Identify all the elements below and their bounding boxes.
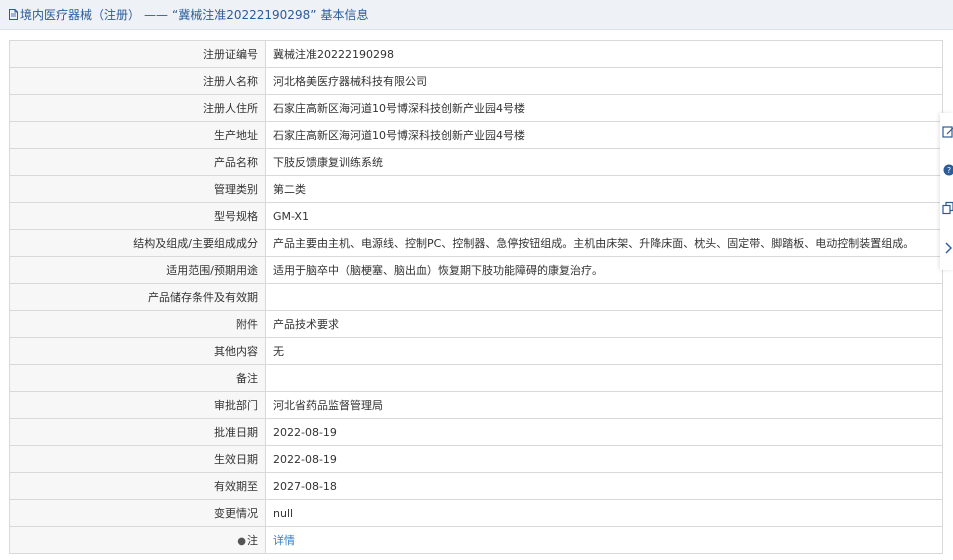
field-label: 注册证编号 — [9, 40, 266, 68]
info-row: 生产地址 石家庄高新区海河道10号博深科技创新产业园4号楼 — [9, 121, 943, 149]
field-label: 管理类别 — [9, 175, 266, 203]
field-value: 2022-08-19 — [265, 445, 943, 473]
field-label: 注册人名称 — [9, 67, 266, 95]
page-title-suffix: 基本信息 — [320, 8, 369, 22]
info-row: 其他内容无 — [9, 337, 943, 365]
field-value: 冀械注准20222190298 — [265, 40, 943, 68]
info-row: 附件 产品技术要求 — [9, 310, 943, 338]
details-link[interactable]: 详情 — [273, 534, 295, 547]
note-row: ●注 详情 — [9, 526, 943, 554]
breadcrumb-category[interactable]: 境内医疗器械（注册） — [20, 6, 140, 23]
help-icon[interactable]: ? — [942, 163, 953, 177]
field-label: 注册人住所 — [9, 94, 266, 122]
field-value: 产品主要由主机、电源线、控制PC、控制器、急停按钮组成。主机由床架、升降床面、枕… — [265, 229, 943, 257]
field-value: 石家庄高新区海河道10号博深科技创新产业园4号楼 — [265, 94, 943, 122]
page-header: 境内医疗器械（注册） —— “冀械注准20222190298” 基本信息 — [0, 0, 953, 30]
field-value: 2027-08-18 — [265, 472, 943, 500]
note-value-cell: 详情 — [265, 526, 943, 554]
info-row: 注册证编号 冀械注准20222190298 — [9, 40, 943, 68]
field-label: 产品名称 — [9, 148, 266, 176]
field-value: 无 — [265, 337, 943, 365]
info-row: 注册人名称 河北格美医疗器械科技有限公司 — [9, 67, 943, 95]
note-label-cell: ●注 — [9, 526, 266, 554]
info-row: 结构及组成/主要组成成分 产品主要由主机、电源线、控制PC、控制器、急停按钮组成。… — [9, 229, 943, 257]
chevron-right-icon[interactable] — [942, 241, 953, 255]
field-value — [265, 283, 943, 311]
field-value: GM-X1 — [265, 202, 943, 230]
field-label: 生产地址 — [9, 121, 266, 149]
note-label: 注 — [247, 534, 258, 547]
breadcrumb-separator: —— — [144, 7, 169, 22]
info-row: 注册人住所 石家庄高新区海河道10号博深科技创新产业园4号楼 — [9, 94, 943, 122]
field-label: 适用范围/预期用途 — [9, 256, 266, 284]
svg-text:?: ? — [947, 166, 951, 175]
info-row: 审批部门 河北省药品监督管理局 — [9, 391, 943, 419]
field-label: 备注 — [9, 364, 266, 392]
field-label: 结构及组成/主要组成成分 — [9, 229, 266, 257]
field-label: 生效日期 — [9, 445, 266, 473]
field-label: 其他内容 — [9, 337, 266, 365]
field-value: 2022-08-19 — [265, 418, 943, 446]
field-value: 下肢反馈康复训练系统 — [265, 148, 943, 176]
side-toolbar: ? — [940, 113, 953, 270]
pin-icon: ● — [237, 536, 246, 547]
info-row: 型号规格 GM-X1 — [9, 202, 943, 230]
registration-info-table: 注册证编号 冀械注准20222190298 注册人名称 河北格美医疗器械科技有限公司注… — [9, 40, 943, 554]
page-title: “冀械注准20222190298” — [172, 8, 317, 22]
field-label: 批准日期 — [9, 418, 266, 446]
field-value: null — [265, 499, 943, 527]
field-label: 型号规格 — [9, 202, 266, 230]
field-value: 河北省药品监督管理局 — [265, 391, 943, 419]
field-label: 有效期至 — [9, 472, 266, 500]
info-row: 适用范围/预期用途 适用于脑卒中（脑梗塞、脑出血）恢复期下肢功能障碍的康复治疗。 — [9, 256, 943, 284]
info-row: 管理类别 第二类 — [9, 175, 943, 203]
edit-icon[interactable] — [942, 125, 953, 139]
info-row: 变更情况 null — [9, 499, 943, 527]
info-row: 产品名称 下肢反馈康复训练系统 — [9, 148, 943, 176]
info-row: 批准日期 2022-08-19 — [9, 418, 943, 446]
field-value: 适用于脑卒中（脑梗塞、脑出血）恢复期下肢功能障碍的康复治疗。 — [265, 256, 943, 284]
field-value: 河北格美医疗器械科技有限公司 — [265, 67, 943, 95]
field-value: 石家庄高新区海河道10号博深科技创新产业园4号楼 — [265, 121, 943, 149]
field-value: 第二类 — [265, 175, 943, 203]
info-row: 产品储存条件及有效期 — [9, 283, 943, 311]
field-label: 产品储存条件及有效期 — [9, 283, 266, 311]
field-label: 变更情况 — [9, 499, 266, 527]
info-row: 备注 — [9, 364, 943, 392]
field-label: 审批部门 — [9, 391, 266, 419]
copy-icon[interactable] — [942, 201, 953, 215]
info-row: 有效期至 2027-08-18 — [9, 472, 943, 500]
field-label: 附件 — [9, 310, 266, 338]
field-value — [265, 364, 943, 392]
field-value: 产品技术要求 — [265, 310, 943, 338]
info-row: 生效日期 2022-08-19 — [9, 445, 943, 473]
document-icon — [9, 9, 18, 20]
